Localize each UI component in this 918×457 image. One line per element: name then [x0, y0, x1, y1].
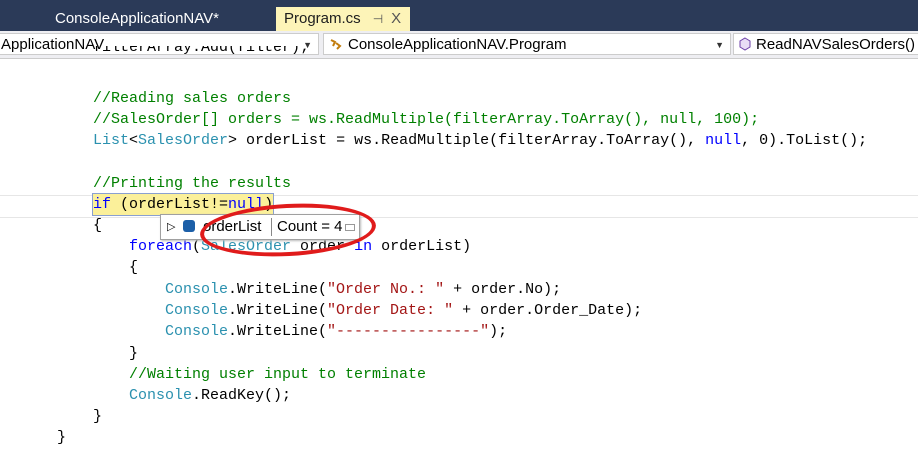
code-line: {: [93, 217, 103, 234]
method-icon: [739, 37, 751, 51]
code-line: Console.ReadKey();: [129, 387, 292, 404]
code-line: List<SalesOrder> orderList = ws.ReadMult…: [93, 132, 868, 149]
class-dropdown[interactable]: ConsoleApplicationNAV.Program ▼: [323, 33, 731, 55]
close-icon[interactable]: X: [391, 10, 401, 27]
tab-project[interactable]: ConsoleApplicationNAV*: [47, 7, 227, 31]
document-tab-bar: ConsoleApplicationNAV* Program.cs ⊣ X: [0, 0, 918, 31]
class-name: ConsoleApplicationNAV.Program: [348, 36, 567, 53]
chevron-down-icon: ▼: [715, 40, 724, 50]
member-name: ReadNAVSalesOrders(): [756, 36, 915, 53]
tab-program-cs[interactable]: Program.cs ⊣ X: [276, 7, 410, 31]
code-line: //Printing the results: [93, 175, 292, 192]
code-line: //Reading sales orders: [93, 90, 292, 107]
code-line: //Waiting user input to terminate: [129, 366, 427, 383]
class-icon: [330, 39, 342, 50]
expand-arrow-icon[interactable]: ▷: [167, 215, 175, 239]
code-line: Console.WriteLine("Order Date: " + order…: [165, 302, 643, 319]
tab-label: Program.cs: [284, 10, 361, 27]
member-dropdown[interactable]: ReadNAVSalesOrders(): [733, 33, 918, 55]
code-line: }: [93, 408, 103, 425]
tab-label: ConsoleApplicationNAV*: [55, 10, 219, 27]
code-line: filterArray.Add(filter);: [93, 46, 310, 56]
code-line: Console.WriteLine("Order No.: " + order.…: [165, 281, 562, 298]
code-line: Console.WriteLine("----------------");: [165, 323, 508, 340]
code-line: //SalesOrder[] orders = ws.ReadMultiple(…: [93, 111, 760, 128]
project-name: ApplicationNAV: [1, 36, 105, 53]
code-line: }: [129, 345, 139, 362]
code-line: }: [57, 429, 67, 446]
pin-icon[interactable]: ⊣: [373, 12, 383, 26]
code-line: {: [129, 259, 139, 276]
object-icon: [183, 220, 195, 232]
